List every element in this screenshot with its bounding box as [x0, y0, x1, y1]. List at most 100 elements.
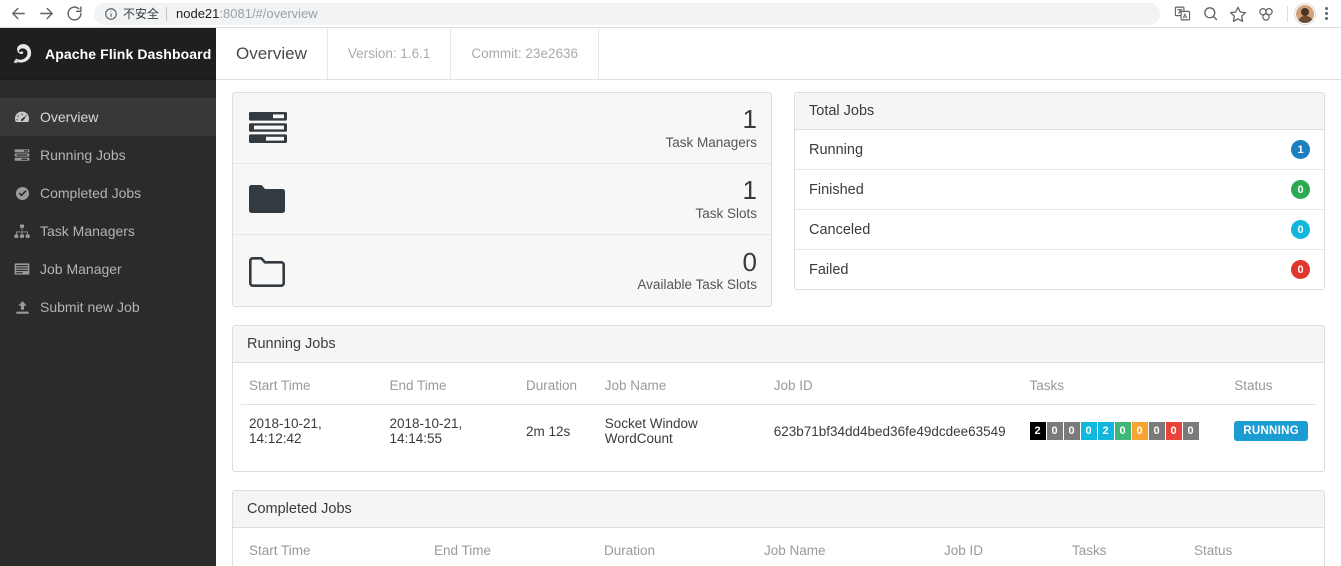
stat-label: Task Slots — [695, 205, 757, 221]
col-tasks[interactable]: Tasks — [1021, 367, 1227, 405]
total-jobs-row-running: Running 1 — [795, 130, 1324, 170]
stat-available-task-slots: 0 Available Task Slots — [233, 235, 771, 306]
status-badge: RUNNING — [1234, 421, 1308, 441]
stat-task-managers: 1 Task Managers — [233, 93, 771, 164]
server-list-icon — [13, 261, 31, 277]
sidebar-item-job-manager[interactable]: Job Manager — [0, 250, 216, 288]
total-jobs-label: Canceled — [809, 221, 871, 238]
cell-duration: 2m 12s — [525, 423, 571, 439]
sidebar-item-label: Job Manager — [40, 261, 122, 277]
col-duration[interactable]: Duration — [596, 532, 756, 566]
url-host: node21 — [176, 6, 220, 21]
task-count-badge: 0 — [1046, 422, 1063, 440]
stat-value: 1 — [742, 104, 757, 135]
col-end-time[interactable]: End Time — [381, 367, 518, 405]
col-status[interactable]: Status — [1186, 532, 1316, 566]
task-managers-icon — [247, 111, 305, 145]
table-row[interactable]: 2018-10-21, 14:12:42 2018-10-21, 14:14:5… — [241, 405, 1316, 458]
sidebar-item-overview[interactable]: Overview — [0, 98, 216, 136]
back-button[interactable] — [4, 0, 32, 28]
cell-job-name: Socket Window WordCount — [604, 416, 698, 446]
stat-text: 1 Task Slots — [305, 175, 757, 221]
address-bar[interactable]: 不安全 node21:8081/#/overview — [94, 2, 1160, 25]
task-count-badge: 0 — [1148, 422, 1165, 440]
url-text: node21:8081/#/overview — [176, 6, 318, 21]
overview-top-row: 1 Task Managers 1 Task Slots 0 Available… — [216, 92, 1341, 307]
translate-icon[interactable] — [1169, 1, 1195, 27]
total-jobs-row-failed: Failed 0 — [795, 250, 1324, 289]
completed-jobs-panel: Completed Jobs Start Time End Time Durat… — [232, 490, 1325, 566]
total-jobs-panel: Total Jobs Running 1 Finished 0 Canceled… — [794, 92, 1325, 290]
col-job-name[interactable]: Job Name — [756, 532, 936, 566]
task-count-badge: 0 — [1131, 422, 1148, 440]
sidebar-item-label: Running Jobs — [40, 147, 126, 163]
chrome-menu-icon[interactable] — [1315, 1, 1337, 27]
table-header-row: Start Time End Time Duration Job Name Jo… — [241, 367, 1316, 405]
cell-start-time: 2018-10-21, 14:12:42 — [249, 416, 322, 446]
col-end-time[interactable]: End Time — [426, 532, 596, 566]
browser-toolbar: 不安全 node21:8081/#/overview — [0, 0, 1341, 28]
extension-icon[interactable] — [1253, 1, 1279, 27]
cell-job-id: 623b71bf34dd4bed36fe49dcdee63549 — [773, 423, 1006, 439]
brand-header[interactable]: Apache Flink Dashboard — [0, 28, 216, 80]
task-count-badge: 2 — [1097, 422, 1114, 440]
sidebar-item-running-jobs[interactable]: Running Jobs — [0, 136, 216, 174]
status-badge: 0 — [1291, 260, 1310, 279]
sidebar-item-submit-new-job[interactable]: Submit new Job — [0, 288, 216, 326]
task-badges: 2000200000 — [1029, 422, 1219, 440]
profile-avatar[interactable] — [1295, 3, 1315, 24]
sidebar-item-completed-jobs[interactable]: Completed Jobs — [0, 174, 216, 212]
reload-button[interactable] — [60, 0, 88, 28]
reload-icon — [66, 5, 83, 22]
col-tasks[interactable]: Tasks — [1064, 532, 1186, 566]
task-count-badge: 2 — [1029, 422, 1046, 440]
toolbar-divider — [1287, 5, 1288, 22]
page-title: Overview — [216, 28, 328, 79]
running-jobs-thead: Start Time End Time Duration Job Name Jo… — [241, 367, 1316, 405]
running-jobs-tbody: 2018-10-21, 14:12:42 2018-10-21, 14:14:5… — [241, 405, 1316, 458]
task-count-badge: 0 — [1114, 422, 1131, 440]
col-start-time[interactable]: Start Time — [241, 367, 382, 405]
col-status[interactable]: Status — [1226, 367, 1316, 405]
running-jobs-panel: Running Jobs Start Time End Time Duratio… — [232, 325, 1325, 472]
col-job-id[interactable]: Job ID — [765, 367, 1022, 405]
status-badge: 0 — [1291, 220, 1310, 239]
cell-tasks: 2000200000 — [1022, 405, 1227, 458]
forward-arrow-icon — [38, 5, 55, 22]
main-content: Overview Version: 1.6.1 Commit: 23e2636 — [216, 28, 1341, 566]
completed-jobs-table: Start Time End Time Duration Job Name Jo… — [241, 532, 1316, 566]
stat-value: 0 — [742, 246, 757, 277]
cluster-stats-panel: 1 Task Managers 1 Task Slots 0 Available… — [232, 92, 772, 307]
sidebar-spacer — [0, 80, 216, 98]
page-topbar: Overview Version: 1.6.1 Commit: 23e2636 — [216, 28, 1341, 80]
running-jobs-table-wrap: Start Time End Time Duration Job Name Jo… — [233, 363, 1324, 471]
stat-value: 1 — [742, 175, 757, 206]
cell-end-time: 2018-10-21, 14:14:55 — [389, 416, 463, 446]
browser-nav-buttons — [0, 0, 88, 28]
sidebar-item-task-managers[interactable]: Task Managers — [0, 212, 216, 250]
col-duration[interactable]: Duration — [517, 367, 597, 405]
total-jobs-title: Total Jobs — [795, 93, 1324, 130]
url-path: :8081/#/overview — [219, 6, 318, 21]
task-count-badge: 0 — [1063, 422, 1080, 440]
site-info-icon[interactable] — [104, 7, 118, 21]
brand-title: Apache Flink Dashboard — [45, 45, 212, 62]
running-jobs-title: Running Jobs — [233, 326, 1324, 363]
stat-text: 1 Task Managers — [305, 104, 757, 149]
overview-content: 1 Task Managers 1 Task Slots 0 Available… — [216, 80, 1341, 566]
col-job-name[interactable]: Job Name — [596, 367, 766, 405]
version-label: Version: 1.6.1 — [328, 28, 452, 79]
forward-button[interactable] — [32, 0, 60, 28]
total-jobs-label: Running — [809, 141, 864, 158]
col-start-time[interactable]: Start Time — [241, 532, 426, 566]
sidebar-item-label: Completed Jobs — [40, 185, 142, 201]
completed-jobs-title: Completed Jobs — [233, 491, 1324, 528]
bookmark-star-icon[interactable] — [1225, 1, 1251, 27]
total-jobs-label: Finished — [809, 181, 864, 198]
search-icon[interactable] — [1197, 1, 1223, 27]
task-count-badge: 0 — [1165, 422, 1182, 440]
folder-filled-icon — [247, 183, 305, 215]
flink-squirrel-logo — [10, 41, 36, 67]
omnibox-divider — [166, 6, 168, 21]
col-job-id[interactable]: Job ID — [936, 532, 1064, 566]
